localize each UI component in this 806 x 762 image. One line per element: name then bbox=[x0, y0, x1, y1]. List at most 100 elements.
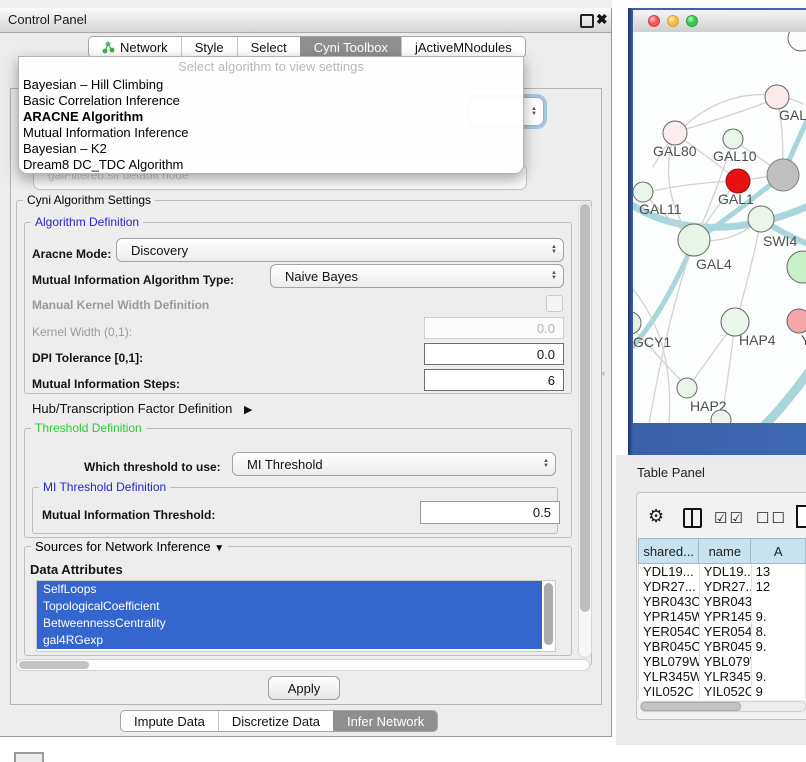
data-attributes-list[interactable]: SelfLoopsTopologicalCoefficientBetweenne… bbox=[36, 580, 556, 652]
settings-hscrollbar-track[interactable] bbox=[16, 659, 590, 671]
minimize-button[interactable] bbox=[667, 15, 679, 27]
select-all-checkboxes-icon[interactable]: ☑☑ bbox=[714, 509, 745, 527]
algorithm-option-basic-correlation-inference[interactable]: Basic Correlation Inference bbox=[19, 93, 523, 109]
which-threshold-combo[interactable]: MI Threshold ▲▼ bbox=[232, 452, 556, 476]
network-node[interactable] bbox=[767, 159, 799, 191]
table-row[interactable]: YBR043CYBR043C bbox=[639, 594, 806, 609]
file-icon[interactable] bbox=[796, 505, 806, 528]
tab-select[interactable]: Select bbox=[237, 37, 300, 57]
attribute-item-betweennesscentrality[interactable]: BetweennessCentrality bbox=[37, 615, 542, 632]
algorithm-option-bayesian-k2[interactable]: Bayesian – K2 bbox=[19, 141, 523, 157]
table-row[interactable]: YBL079WYBL079W bbox=[639, 654, 806, 669]
apply-button[interactable]: Apply bbox=[268, 676, 340, 700]
table-row[interactable]: YDR27...YDR27...12 bbox=[639, 579, 806, 594]
table-cell: YBR045C bbox=[639, 639, 700, 654]
mi-type-combo[interactable]: Naive Bayes ▲▼ bbox=[270, 264, 564, 288]
manual-kernel-checkbox[interactable] bbox=[546, 295, 563, 312]
kernel-width-field[interactable]: 0.0 bbox=[424, 317, 564, 339]
table-row[interactable]: YDL19...YDL19...13 bbox=[639, 564, 806, 579]
network-node-gal1[interactable] bbox=[726, 169, 750, 193]
network-node-label: GAL1 bbox=[718, 191, 754, 207]
table-row[interactable]: YER054CYER054C8. bbox=[639, 624, 806, 639]
settings-group-title: Cyni Algorithm Settings bbox=[23, 193, 155, 207]
table-hscrollbar-thumb[interactable] bbox=[641, 702, 741, 711]
table-cell: YIL052C bbox=[700, 684, 752, 699]
table-row[interactable]: YLR345WYLR345W9. bbox=[639, 669, 806, 684]
gear-icon[interactable]: ⚙ bbox=[648, 506, 664, 527]
network-node[interactable] bbox=[787, 251, 806, 283]
tab-label: jActiveMNodules bbox=[415, 40, 512, 55]
aracne-mode-label: Aracne Mode: bbox=[32, 247, 111, 261]
network-node-label: GCY1 bbox=[633, 334, 671, 350]
mi-threshold-field[interactable]: 0.5 bbox=[420, 501, 560, 524]
network-node-gal10[interactable] bbox=[723, 129, 743, 149]
control-panel-tabbar: Network StyleSelectCyni Toolbox jActiveMNo… bbox=[88, 36, 526, 58]
tab-style[interactable]: Style bbox=[181, 37, 237, 57]
float-window-icon[interactable] bbox=[580, 14, 594, 28]
columns-icon[interactable] bbox=[683, 508, 702, 528]
which-threshold-label: Which threshold to use: bbox=[84, 460, 221, 474]
network-node-label: HAP4 bbox=[739, 332, 776, 348]
tab-discretize-data[interactable]: Discretize Data bbox=[218, 711, 333, 731]
close-button[interactable] bbox=[648, 15, 660, 27]
column-header-name[interactable]: name bbox=[699, 538, 751, 564]
attribute-item-selfloops[interactable]: SelfLoops bbox=[37, 581, 542, 598]
bottom-tabbar: Impute DataDiscretize DataInfer Network bbox=[120, 710, 438, 732]
network-node-gal4[interactable] bbox=[678, 224, 710, 256]
control-panel-titlebar[interactable] bbox=[0, 8, 611, 33]
mi-steps-label: Mutual Information Steps: bbox=[32, 377, 180, 391]
tab-network[interactable]: Network bbox=[89, 37, 181, 57]
mi-steps-value: 6 bbox=[548, 373, 555, 388]
algorithm-option-aracne-algorithm[interactable]: ARACNE Algorithm bbox=[19, 109, 523, 125]
mi-steps-field[interactable]: 6 bbox=[424, 369, 564, 391]
attributes-scrollbar-thumb[interactable] bbox=[544, 583, 553, 645]
column-header-a[interactable]: A bbox=[751, 538, 806, 564]
tab-impute-data[interactable]: Impute Data bbox=[121, 711, 218, 731]
network-node-gal80[interactable] bbox=[663, 121, 687, 145]
network-edge bbox=[759, 372, 806, 423]
mi-threshold-group-title: MI Threshold Definition bbox=[39, 480, 170, 494]
network-node-label: Y bbox=[801, 332, 806, 348]
algorithm-option-dream8-dc-tdc-algorithm[interactable]: Dream8 DC_TDC Algorithm bbox=[19, 157, 523, 173]
dpi-tolerance-field[interactable]: 0.0 bbox=[424, 343, 564, 365]
settings-hscrollbar-thumb[interactable] bbox=[19, 661, 89, 669]
algorithm-option-mutual-information-inference[interactable]: Mutual Information Inference bbox=[19, 125, 523, 141]
tab-label: Network bbox=[120, 40, 168, 55]
algorithm-option-bayesian-hill-climbing[interactable]: Bayesian – Hill Climbing bbox=[19, 77, 523, 93]
panel-divider-arrow-icon[interactable]: ‹ bbox=[602, 368, 605, 378]
table-row[interactable]: YPR145WYPR145W9. bbox=[639, 609, 806, 624]
table-row[interactable]: YBR045CYBR045C9. bbox=[639, 639, 806, 654]
tab-jactivemnodules[interactable]: jActiveMNodules bbox=[401, 37, 525, 57]
mi-type-label: Mutual Information Algorithm Type: bbox=[32, 273, 234, 287]
collapsed-panel-grip[interactable] bbox=[14, 752, 44, 762]
mi-threshold-value: 0.5 bbox=[533, 505, 551, 520]
attribute-item-gal4rgexp[interactable]: gal4RGexp bbox=[37, 632, 542, 649]
threshold-definition-title: Threshold Definition bbox=[31, 421, 146, 435]
close-icon[interactable]: ✖ bbox=[596, 11, 608, 28]
network-canvas[interactable]: GALGAL80GAL10GAL1GAL11SWI4GAL4GCY1HAP4YH… bbox=[633, 32, 806, 423]
network-node-swi4[interactable] bbox=[748, 206, 774, 232]
tab-infer-network[interactable]: Infer Network bbox=[333, 711, 437, 731]
deselect-all-checkboxes-icon[interactable]: ☐☐ bbox=[756, 509, 787, 527]
hub-definition-toggle[interactable]: Hub/Transcription Factor Definition ▶ bbox=[32, 401, 252, 416]
network-node-hap2[interactable] bbox=[677, 378, 697, 398]
column-header-shared[interactable]: shared... bbox=[638, 538, 699, 564]
network-node[interactable] bbox=[788, 32, 806, 51]
table-cell: YER054C bbox=[639, 624, 700, 639]
aracne-mode-combo[interactable]: Discovery ▲▼ bbox=[116, 238, 564, 262]
attribute-item-topologicalcoefficient[interactable]: TopologicalCoefficient bbox=[37, 598, 542, 615]
sources-title-text: Sources for Network Inference bbox=[35, 539, 211, 554]
network-node-label: GAL11 bbox=[639, 201, 682, 217]
network-node-gcy1[interactable] bbox=[633, 312, 641, 334]
chevron-right-icon: ▶ bbox=[244, 404, 252, 416]
tab-cyni-toolbox[interactable]: Cyni Toolbox bbox=[300, 37, 401, 57]
network-node-gal[interactable] bbox=[765, 85, 789, 109]
sources-group-title[interactable]: Sources for Network Inference ▼ bbox=[31, 539, 228, 554]
settings-scrollbar-thumb[interactable] bbox=[580, 204, 590, 612]
table-row[interactable]: YIL052CYIL052C9 bbox=[639, 684, 806, 699]
manual-kernel-label: Manual Kernel Width Definition bbox=[32, 298, 209, 312]
network-node-gal11[interactable] bbox=[633, 182, 653, 202]
table-cell: YDL19... bbox=[639, 564, 700, 579]
network-node-y[interactable] bbox=[787, 309, 806, 333]
zoom-button[interactable] bbox=[686, 15, 698, 27]
